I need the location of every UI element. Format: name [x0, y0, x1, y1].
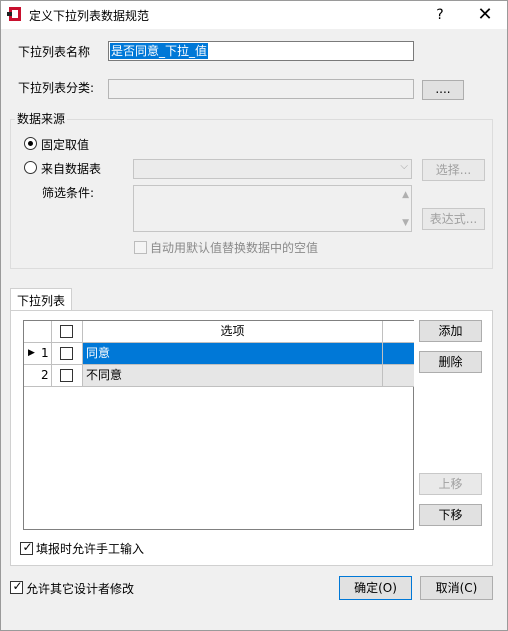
- dialog-window: 定义下拉列表数据规范 ? ✕ 下拉列表名称 是否同意_下拉_值 下拉列表分类: …: [0, 0, 508, 631]
- header-check-cell: [52, 321, 83, 343]
- row-index-cell: 2: [24, 365, 52, 387]
- allow-modify-label: 允许其它设计者修改: [26, 582, 135, 596]
- scroll-up-icon: ▲: [402, 190, 409, 200]
- browse-category-button[interactable]: ....: [422, 80, 464, 100]
- row-checkbox[interactable]: [60, 347, 73, 360]
- move-down-button[interactable]: 下移: [419, 504, 482, 526]
- category-input[interactable]: [108, 79, 414, 99]
- app-logo-icon: [7, 7, 21, 21]
- name-label: 下拉列表名称: [18, 45, 91, 59]
- default-replace-checkbox[interactable]: [134, 241, 147, 254]
- radio-dot: [28, 141, 33, 146]
- scroll-down-icon: ▼: [402, 218, 409, 228]
- from-table-label: 来自数据表: [41, 162, 102, 176]
- fixed-value-radio[interactable]: [24, 137, 37, 150]
- row-index-cell: ▶ 1: [24, 343, 52, 365]
- row-checkbox[interactable]: [60, 369, 73, 382]
- title-bar[interactable]: 定义下拉列表数据规范 ? ✕: [1, 1, 507, 29]
- tab-dropdown-list[interactable]: 下拉列表: [10, 288, 73, 310]
- fixed-value-label: 固定取值: [41, 138, 90, 152]
- filter-label: 筛选条件:: [42, 186, 95, 200]
- header-index-cell: [24, 321, 52, 343]
- select-all-checkbox[interactable]: [60, 325, 73, 338]
- name-input-value: 是否同意_下拉_值: [110, 43, 209, 59]
- checkmark-icon: ✓: [22, 540, 33, 554]
- category-label: 下拉列表分类:: [18, 81, 95, 95]
- row-option-cell[interactable]: 同意: [83, 343, 383, 365]
- row-extra-cell: [383, 365, 414, 387]
- allow-modify-checkbox[interactable]: ✓: [10, 579, 23, 594]
- header-extra-cell: [383, 321, 414, 343]
- move-up-button[interactable]: 上移: [419, 473, 482, 495]
- table-row[interactable]: ▶ 1 同意: [24, 343, 414, 365]
- row-index: 1: [41, 346, 49, 360]
- current-row-indicator-icon: ▶: [28, 348, 35, 358]
- help-button[interactable]: ?: [429, 4, 451, 26]
- from-table-radio[interactable]: [24, 161, 37, 174]
- row-index: 2: [41, 368, 49, 382]
- ok-button[interactable]: 确定(O): [339, 576, 412, 600]
- manual-input-label: 填报时允许手工输入: [36, 542, 145, 556]
- options-grid[interactable]: 选项 ▶ 1 同意 2 不同意: [23, 320, 414, 530]
- data-source-title: 数据来源: [15, 110, 68, 127]
- cancel-button[interactable]: 取消(C): [420, 576, 493, 600]
- checkmark-icon: ✓: [12, 579, 23, 593]
- row-check-cell: [52, 365, 83, 387]
- add-button[interactable]: 添加: [419, 320, 482, 342]
- chevron-down-icon: ⌵: [400, 161, 408, 172]
- close-button[interactable]: ✕: [467, 4, 503, 26]
- expression-button[interactable]: 表达式...: [422, 208, 485, 230]
- delete-button[interactable]: 删除: [419, 351, 482, 373]
- row-check-cell: [52, 343, 83, 365]
- manual-input-checkbox[interactable]: ✓: [20, 540, 33, 555]
- filter-textarea[interactable]: ▲ ▼: [133, 185, 412, 232]
- header-option-cell: 选项: [83, 321, 383, 343]
- name-input[interactable]: 是否同意_下拉_值: [108, 41, 414, 61]
- window-title: 定义下拉列表数据规范: [29, 9, 150, 23]
- table-combo[interactable]: ⌵: [133, 159, 412, 179]
- default-replace-label: 自动用默认值替换数据中的空值: [150, 241, 319, 255]
- table-row[interactable]: 2 不同意: [24, 365, 414, 387]
- grid-header-row: 选项: [24, 321, 414, 343]
- row-option-cell[interactable]: 不同意: [83, 365, 383, 387]
- row-extra-cell: [383, 343, 414, 365]
- select-table-button[interactable]: 选择...: [422, 159, 485, 181]
